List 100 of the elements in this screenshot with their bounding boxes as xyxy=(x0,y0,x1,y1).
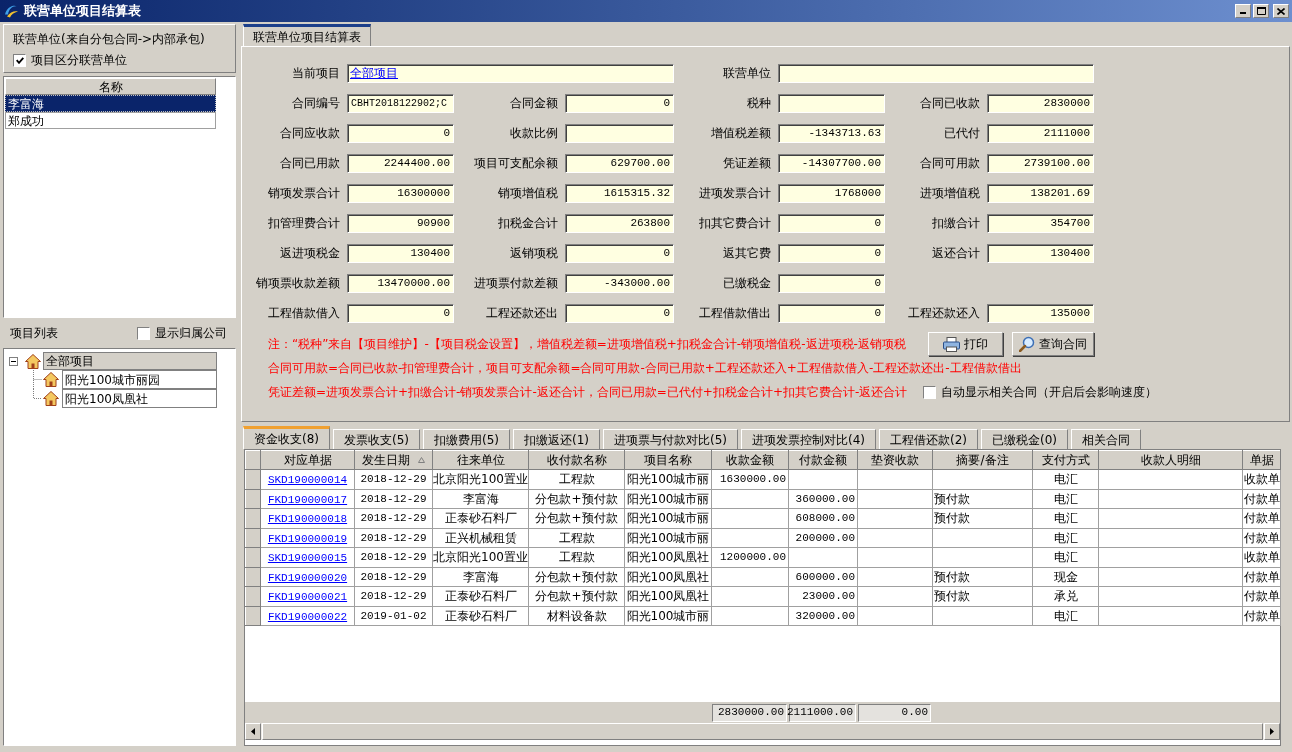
column-header[interactable]: 收付款名称 xyxy=(528,450,625,470)
table-cell: 608000.00 xyxy=(788,508,858,528)
table-cell: 360000.00 xyxy=(788,489,858,509)
tab[interactable]: 联营单位项目结算表 xyxy=(243,24,371,46)
column-header[interactable]: 垫资收款 xyxy=(857,450,933,470)
tree-item[interactable]: 阳光100凤凰社 xyxy=(62,389,217,408)
list-item[interactable]: 李富海 xyxy=(5,95,216,112)
column-header[interactable]: 项目名称 xyxy=(624,450,712,470)
input-field[interactable]: -14307700.00 xyxy=(778,153,885,173)
input-field[interactable]: 263800 xyxy=(565,213,674,233)
input-field[interactable]: 0 xyxy=(565,93,674,113)
tab[interactable]: 发票收支(5) xyxy=(333,429,420,449)
tab[interactable]: 进项发票控制对比(4) xyxy=(741,429,876,449)
table-cell: 2018-12-29 xyxy=(354,469,433,489)
table-cell: 付款单 xyxy=(1242,489,1281,509)
input-field[interactable]: 130400 xyxy=(987,243,1094,263)
input-field[interactable]: 2244400.00 xyxy=(347,153,454,173)
input-field[interactable]: 16300000 xyxy=(347,183,454,203)
field-label: 扣其它费合计 xyxy=(699,215,771,232)
sort-ascending-icon xyxy=(418,457,425,463)
tab[interactable]: 进项票与付款对比(5) xyxy=(603,429,738,449)
input-field[interactable]: 0 xyxy=(565,243,674,263)
tab[interactable]: 工程借还款(2) xyxy=(879,429,978,449)
input-field[interactable]: 2111000 xyxy=(987,123,1094,143)
input-field[interactable]: 0 xyxy=(347,123,454,143)
input-field[interactable]: 0 xyxy=(778,303,885,323)
table-cell: 200000.00 xyxy=(788,528,858,548)
input-field[interactable]: 354700 xyxy=(987,213,1094,233)
table-cell: 600000.00 xyxy=(788,567,858,587)
column-header[interactable]: 摘要/备注 xyxy=(932,450,1033,470)
group-label: 联营单位(来自分包合同->内部承包) xyxy=(13,31,206,48)
table-cell: 现金 xyxy=(1032,567,1099,587)
table-cell: 2018-12-29 xyxy=(354,547,433,567)
checkbox[interactable] xyxy=(137,326,150,340)
input-field[interactable]: 90900 xyxy=(347,213,454,233)
input-field[interactable]: 1768000 xyxy=(778,183,885,203)
field-label: 销项发票合计 xyxy=(268,185,340,202)
tab[interactable]: 扣缴费用(5) xyxy=(423,429,510,449)
input-field[interactable]: 0 xyxy=(778,243,885,263)
tree-item[interactable]: 阳光100城市丽园 xyxy=(62,370,217,389)
input-field[interactable]: 13470000.00 xyxy=(347,273,454,293)
column-header[interactable]: 发生日期 xyxy=(354,450,433,470)
column-header[interactable]: 收款人明细 xyxy=(1098,450,1243,470)
field-label: 返销项税 xyxy=(510,245,558,262)
column-header[interactable]: 收款金额 xyxy=(711,450,789,470)
table-cell: 付款单 xyxy=(1242,586,1281,606)
table-cell: 北京阳光100置业 xyxy=(432,547,529,567)
tab[interactable]: 已缴税金(0) xyxy=(981,429,1068,449)
input-field[interactable]: 1615315.32 xyxy=(565,183,674,203)
column-header[interactable]: 支付方式 xyxy=(1032,450,1099,470)
input-field[interactable] xyxy=(565,123,674,143)
input-field[interactable]: 0 xyxy=(565,303,674,323)
input-field[interactable]: 0 xyxy=(778,213,885,233)
input-field[interactable]: 全部项目 xyxy=(347,63,674,83)
project-link[interactable]: 全部项目 xyxy=(350,64,398,82)
column-header[interactable]: 付款金额 xyxy=(788,450,858,470)
input-field[interactable]: 130400 xyxy=(347,243,454,263)
checkbox[interactable] xyxy=(13,53,26,67)
column-header[interactable]: 对应单据 xyxy=(260,450,355,470)
input-field[interactable]: 629700.00 xyxy=(565,153,674,173)
list-item[interactable]: 郑成功 xyxy=(5,112,216,129)
tree-item[interactable]: 全部项目 xyxy=(43,352,217,370)
table-cell: 2018-12-29 xyxy=(354,586,433,606)
table-cell: 北京阳光100置业 xyxy=(432,469,529,489)
tab[interactable]: 资金收支(8) xyxy=(243,426,330,449)
input-field[interactable]: -1343713.63 xyxy=(778,123,885,143)
maximize-button[interactable] xyxy=(1253,4,1269,18)
query-button[interactable]: 查询合同 xyxy=(1012,332,1094,356)
close-button[interactable] xyxy=(1273,4,1289,18)
table-cell: 电汇 xyxy=(1032,547,1099,567)
table-cell: 2019-01-02 xyxy=(354,606,433,626)
table-cell: 付款单 xyxy=(1242,606,1281,626)
input-field[interactable]: -343000.00 xyxy=(565,273,674,293)
input-field[interactable] xyxy=(778,63,1094,83)
input-field[interactable]: 2830000 xyxy=(987,93,1094,113)
input-field[interactable]: 0 xyxy=(347,303,454,323)
column-header[interactable]: 单据 xyxy=(1242,450,1281,470)
table-cell: 预付款 xyxy=(932,489,1033,509)
input-field[interactable] xyxy=(778,93,885,113)
print-button[interactable]: 打印 xyxy=(928,332,1003,356)
total-value: 0.00 xyxy=(858,703,931,722)
app-logo-icon xyxy=(4,4,18,18)
column-header[interactable]: 往来单位 xyxy=(432,450,529,470)
tab[interactable]: 相关合同 xyxy=(1071,429,1141,449)
table-cell: 320000.00 xyxy=(788,606,858,626)
table-cell: 工程款 xyxy=(528,547,625,567)
table-cell: 阳光100城市丽 xyxy=(624,508,712,528)
checkbox[interactable] xyxy=(923,385,937,399)
tab[interactable]: 扣缴返还(1) xyxy=(513,429,600,449)
table-cell: 付款单 xyxy=(1242,567,1281,587)
scroll-left-button[interactable] xyxy=(245,723,261,740)
input-field[interactable]: 2739100.00 xyxy=(987,153,1094,173)
scroll-right-button[interactable] xyxy=(1264,723,1280,740)
input-field[interactable]: CBHT2018122902;C xyxy=(347,93,454,113)
collapse-icon[interactable] xyxy=(9,356,18,366)
input-field[interactable]: 0 xyxy=(778,273,885,293)
input-field[interactable]: 135000 xyxy=(987,303,1094,323)
minimize-button[interactable] xyxy=(1235,4,1251,18)
field-label: 当前项目 xyxy=(292,65,340,82)
input-field[interactable]: 138201.69 xyxy=(987,183,1094,203)
